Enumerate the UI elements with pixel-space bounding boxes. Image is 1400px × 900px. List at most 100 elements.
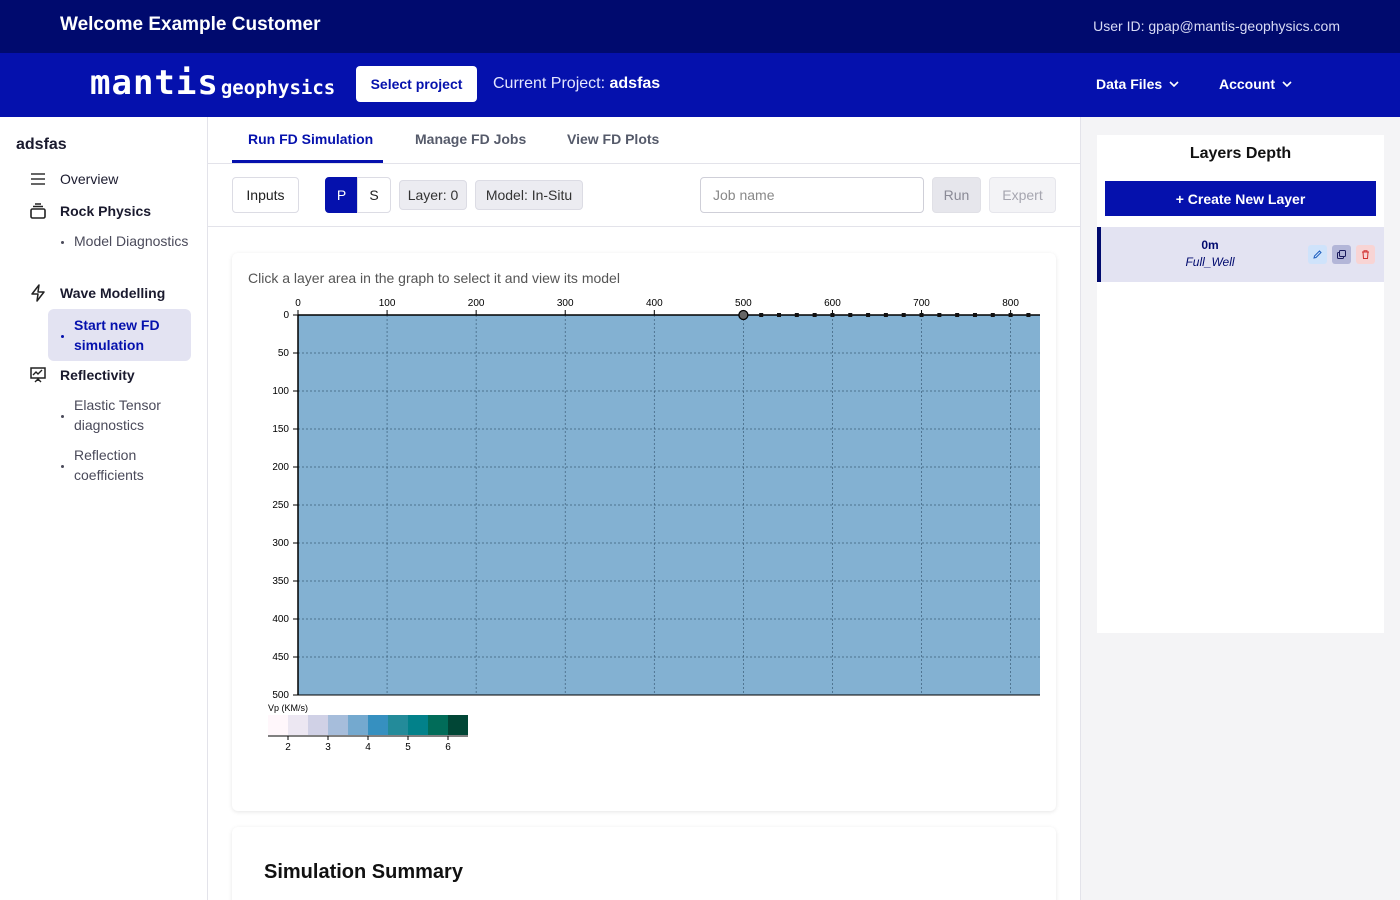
toolbar: Inputs P S Layer: 0 Model: In-Situ Job n…: [208, 164, 1080, 227]
sidebar-project-title: adsfas: [16, 136, 67, 153]
x-tick-label: 800: [1002, 298, 1019, 309]
run-button[interactable]: Run: [932, 177, 981, 213]
tab-run-fd-simulation[interactable]: Run FD Simulation: [248, 131, 373, 147]
user-id: User ID: gpap@mantis-geophysics.com: [1093, 18, 1340, 34]
colorbar-swatch: [288, 715, 308, 735]
p-wave-toggle[interactable]: P: [325, 177, 358, 213]
layer-graph[interactable]: 0 100 200 300 400 500 600 700 800050100150200250…: [232, 253, 1056, 811]
x-tick-label: 400: [646, 298, 663, 309]
receiver-marker: [972, 313, 977, 317]
y-tick-label: 0: [283, 310, 289, 321]
y-tick-label: 450: [272, 652, 289, 663]
job-name-input[interactable]: Job name: [700, 177, 924, 213]
account-menu[interactable]: Account: [1219, 76, 1293, 92]
layer-name: Full_Well: [1185, 255, 1235, 269]
layer-chip: Layer: 0: [399, 180, 467, 210]
sidebar-item-reflectivity[interactable]: Reflectivity: [28, 365, 135, 385]
x-tick-label: 300: [557, 298, 574, 309]
simulation-summary-card: Simulation Summary: [232, 827, 1056, 900]
current-project: Current Project: adsfas: [493, 75, 660, 93]
pencil-icon: [1313, 250, 1322, 259]
x-tick-label: 600: [824, 298, 841, 309]
sidebar-item-start-fd-simulation[interactable]: Start new FD simulation: [48, 309, 191, 361]
current-project-name: adsfas: [609, 75, 661, 92]
y-tick-label: 300: [272, 538, 289, 549]
colorbar-swatch: [408, 715, 428, 735]
tab-view-fd-plots[interactable]: View FD Plots: [567, 131, 659, 147]
x-tick-label: 200: [468, 298, 485, 309]
receiver-marker: [759, 313, 764, 317]
y-tick-label: 50: [278, 348, 290, 359]
receiver-marker: [777, 313, 782, 317]
current-project-label: Current Project:: [493, 75, 606, 92]
layer-area[interactable]: [298, 315, 1040, 695]
receiver-marker: [901, 313, 906, 317]
expert-button[interactable]: Expert: [989, 177, 1056, 213]
y-tick-label: 500: [272, 690, 289, 701]
y-tick-label: 200: [272, 462, 289, 473]
edit-layer-button[interactable]: [1308, 245, 1327, 264]
y-tick-label: 150: [272, 424, 289, 435]
receiver-marker: [990, 313, 995, 317]
inputs-button[interactable]: Inputs: [232, 177, 299, 213]
logo-sub: geophysics: [220, 77, 336, 99]
select-project-button[interactable]: Select project: [356, 66, 477, 102]
layer-row[interactable]: 0m Full_Well: [1097, 227, 1384, 282]
create-new-layer-button[interactable]: + Create New Layer: [1105, 181, 1376, 216]
tab-manage-fd-jobs[interactable]: Manage FD Jobs: [415, 131, 526, 147]
receiver-marker: [1008, 313, 1013, 317]
menu-icon: [28, 169, 48, 189]
y-tick-label: 350: [272, 576, 289, 587]
duplicate-layer-button[interactable]: [1332, 245, 1351, 264]
trash-icon: [1362, 250, 1369, 259]
x-tick-label: 100: [379, 298, 396, 309]
model-chip: Model: In-Situ: [475, 180, 583, 210]
x-tick-label: 700: [913, 298, 930, 309]
sidebar-item-label: Reflectivity: [60, 367, 135, 383]
receiver-marker: [866, 313, 871, 317]
sidebar-item-label: Rock Physics: [60, 203, 152, 219]
presentation-chart-icon: [28, 365, 48, 385]
sidebar-item-rock-physics[interactable]: Rock Physics: [28, 201, 151, 221]
sidebar-item-overview[interactable]: Overview: [28, 169, 118, 189]
logo[interactable]: mantis geophysics: [90, 63, 335, 103]
sidebar-item-wave-modelling[interactable]: Wave Modelling: [28, 283, 165, 303]
receiver-marker: [1026, 313, 1031, 317]
sidebar: adsfas Overview Rock Physics Model Diagn…: [0, 117, 208, 900]
welcome-text: Welcome Example Customer: [60, 14, 321, 35]
y-tick-label: 400: [272, 614, 289, 625]
s-wave-toggle[interactable]: S: [357, 177, 391, 213]
layers-stack-icon: [28, 201, 48, 221]
chevron-down-icon: [1282, 81, 1292, 88]
account-label: Account: [1219, 76, 1275, 92]
colorbar-swatch: [268, 715, 288, 735]
colorbar-tick-label: 6: [445, 742, 451, 753]
colorbar-tick-label: 2: [285, 742, 291, 753]
data-files-menu[interactable]: Data Files: [1096, 76, 1180, 92]
top-bar: Welcome Example Customer User ID: gpap@m…: [0, 0, 1400, 53]
colorbar-swatch: [328, 715, 348, 735]
sidebar-item-model-diagnostics[interactable]: Model Diagnostics: [48, 231, 191, 251]
receiver-marker: [830, 313, 835, 317]
delete-layer-button[interactable]: [1356, 245, 1375, 264]
colorbar-swatch: [308, 715, 328, 735]
copy-icon: [1337, 250, 1346, 259]
layer-depth: 0m: [1201, 238, 1219, 252]
nav-bar: mantis geophysics Select project Current …: [0, 53, 1400, 117]
simulation-summary-title: Simulation Summary: [264, 861, 463, 883]
sidebar-item-label: Wave Modelling: [60, 285, 166, 301]
y-tick-label: 100: [272, 386, 289, 397]
receiver-marker: [937, 313, 942, 317]
data-files-label: Data Files: [1096, 76, 1163, 92]
colorbar-tick-label: 4: [365, 742, 371, 753]
receiver-marker: [919, 313, 924, 317]
colorbar-swatch: [428, 715, 448, 735]
colorbar-swatch: [388, 715, 408, 735]
layer-graph-card: Click a layer area in the graph to selec…: [232, 253, 1056, 811]
chevron-down-icon: [1169, 81, 1179, 88]
receiver-marker: [794, 313, 799, 317]
sidebar-item-reflection-coefficients[interactable]: Reflection coefficients: [48, 445, 191, 485]
sidebar-item-elastic-tensor[interactable]: Elastic Tensor diagnostics: [48, 395, 191, 435]
layers-panel: Layers Depth + Create New Layer 0m Full_…: [1097, 135, 1384, 633]
x-tick-label: 500: [735, 298, 752, 309]
